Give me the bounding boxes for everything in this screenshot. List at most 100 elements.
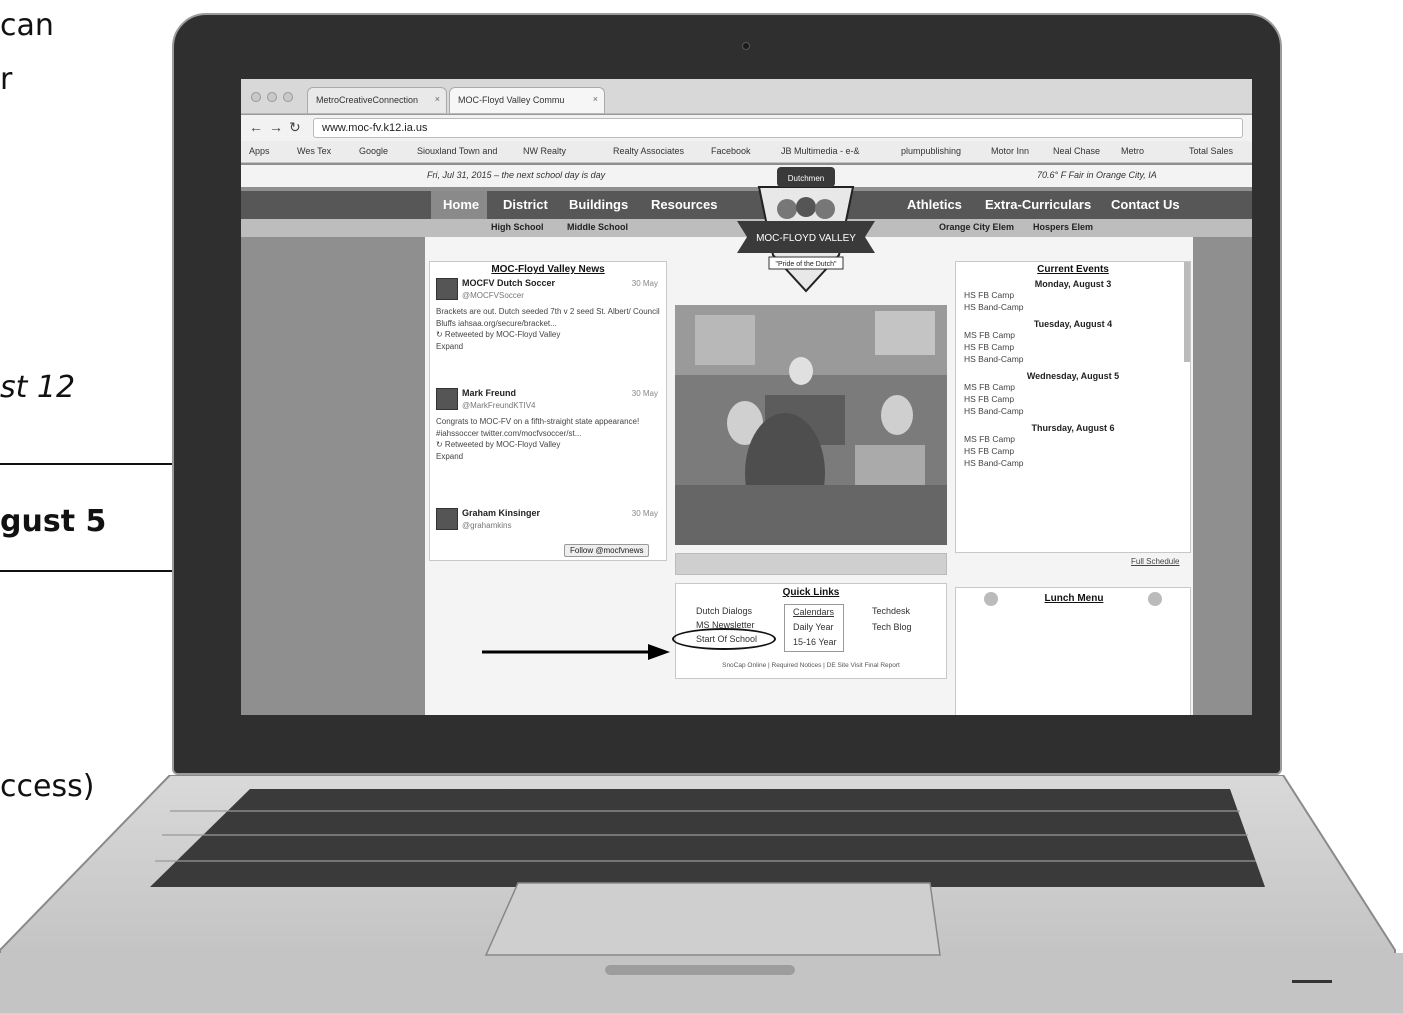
close-icon[interactable]: × (593, 94, 598, 104)
tweet-handle[interactable]: @grahamkins (462, 520, 511, 532)
subnav-orange-city-elem[interactable]: Orange City Elem (939, 222, 1014, 232)
event-item[interactable]: HS FB Camp (956, 445, 1190, 457)
event-item[interactable]: HS FB Camp (956, 341, 1190, 353)
logo-top-text: Dutchmen (788, 174, 824, 183)
camera-icon (742, 42, 750, 50)
event-item[interactable]: MS FB Camp (956, 329, 1190, 341)
weather-text: 70.6° F Fair in Orange City, IA (1037, 170, 1157, 180)
quick-links-footer[interactable]: SnoCap Online | Required Notices | DE Si… (676, 662, 946, 669)
bookmark-total-sales[interactable]: Total Sales (1189, 146, 1233, 156)
bookmark-metro[interactable]: Metro (1121, 146, 1144, 156)
event-day: Wednesday, August 5 (1026, 371, 1120, 381)
retweet-note: ↻ Retweeted by MOC-Floyd Valley (436, 330, 561, 339)
laptop-screen: MetroCreativeConnection × MOC-Floyd Valle… (241, 79, 1252, 715)
tweet-text: Brackets are out. Dutch seeded 7th v 2 s… (436, 306, 662, 352)
bookmarks-bar: Apps Wes Tex Google Siouxland Town and N… (241, 141, 1252, 163)
bookmark-neal-chase[interactable]: Neal Chase (1053, 146, 1100, 156)
link-calendars[interactable]: Calendars (793, 607, 834, 617)
subnav-hospers-elem[interactable]: Hospers Elem (1033, 222, 1093, 232)
rule-bottom (0, 570, 180, 572)
cropped-text-line-3: st 12 (0, 370, 76, 405)
link-15-16-year[interactable]: 15-16 Year (793, 637, 837, 647)
forward-icon[interactable]: → (269, 119, 283, 135)
tweet-author[interactable]: Graham Kinsinger (462, 508, 540, 520)
tab-label: MOC-Floyd Valley Commu (458, 95, 565, 105)
cropped-text-line-2: r (0, 62, 13, 97)
avatar[interactable] (436, 508, 458, 530)
subnav-middle-school[interactable]: Middle School (567, 222, 628, 232)
link-techdesk[interactable]: Techdesk (872, 606, 910, 616)
event-item[interactable]: HS Band-Camp (956, 457, 1190, 469)
calendars-box: Calendars Daily Year 15-16 Year (784, 604, 844, 652)
full-schedule-link[interactable]: Full Schedule (1131, 557, 1179, 566)
follow-button[interactable]: Follow @mocfvnews (564, 544, 650, 557)
tab-mocfv[interactable]: MOC-Floyd Valley Commu × (449, 87, 605, 113)
link-dutch-dialogs[interactable]: Dutch Dialogs (696, 606, 752, 616)
nav-contact-us[interactable]: Contact Us (1111, 197, 1180, 212)
event-item[interactable]: MS FB Camp (956, 381, 1190, 393)
rule-top (0, 463, 180, 465)
event-item[interactable]: HS Band-Camp (956, 353, 1190, 365)
event-item[interactable]: HS Band-Camp (956, 405, 1190, 417)
next-arrow-icon[interactable] (1148, 592, 1162, 606)
bookmark-realty-associates[interactable]: Realty Associates (613, 146, 684, 156)
nav-resources[interactable]: Resources (651, 197, 717, 212)
close-icon[interactable]: × (435, 94, 440, 104)
address-bar-row: ← → ↻ www.moc-fv.k12.ia.us (241, 115, 1252, 141)
nav-home[interactable]: Home (443, 197, 479, 212)
nav-buildings[interactable]: Buildings (569, 197, 628, 212)
event-item[interactable]: HS FB Camp (956, 289, 1190, 301)
cropped-text-line-4: gust 5 (0, 504, 107, 539)
bookmark-motor-inn[interactable]: Motor Inn (991, 146, 1029, 156)
bookmark-wes-tex[interactable]: Wes Tex (297, 146, 331, 156)
classroom-photo (675, 305, 947, 545)
nav-athletics[interactable]: Athletics (907, 197, 962, 212)
url-input[interactable]: www.moc-fv.k12.ia.us (313, 118, 1243, 138)
news-title[interactable]: MOC-Floyd Valley News (430, 264, 666, 275)
tweet-author[interactable]: MOCFV Dutch Soccer (462, 278, 555, 290)
link-tech-blog[interactable]: Tech Blog (872, 622, 912, 632)
date-notice: Fri, Jul 31, 2015 – the next school day … (427, 170, 606, 180)
nav-extra-curriculars[interactable]: Extra-Curriculars (985, 197, 1091, 212)
retweet-note: ↻ Retweeted by MOC-Floyd Valley (436, 440, 561, 449)
reload-icon[interactable]: ↻ (289, 119, 301, 136)
events-title[interactable]: Current Events (956, 264, 1190, 275)
bookmark-plumpublishing[interactable]: plumpublishing (901, 146, 961, 156)
school-logo[interactable]: Dutchmen MOC-FLOYD VALLEY "Pride of the … (731, 163, 881, 295)
tweet-date: 30 May (631, 509, 658, 518)
bookmark-apps[interactable]: Apps (249, 146, 270, 156)
tweet-author[interactable]: Mark Freund (462, 388, 516, 400)
subnav-high-school[interactable]: High School (491, 222, 544, 232)
back-icon[interactable]: ← (249, 119, 263, 135)
event-item[interactable]: HS FB Camp (956, 393, 1190, 405)
bookmark-siouxland[interactable]: Siouxland Town and (417, 146, 497, 156)
browser-tab-bar: MetroCreativeConnection × MOC-Floyd Valle… (241, 79, 1252, 114)
tweet-handle[interactable]: @MarkFreundKTIV4 (462, 400, 535, 412)
tweet: Graham Kinsinger @grahamkins 30 May (436, 508, 666, 538)
event-day: Monday, August 3 (1034, 279, 1112, 289)
avatar[interactable] (436, 278, 458, 300)
event-day: Tuesday, August 4 (1033, 319, 1113, 329)
event-item[interactable]: MS FB Camp (956, 433, 1190, 445)
nav-district[interactable]: District (503, 197, 548, 212)
avatar[interactable] (436, 388, 458, 410)
bookmark-nw-realty[interactable]: NW Realty (523, 146, 566, 156)
photo-caption-bar (675, 553, 947, 575)
bookmark-facebook[interactable]: Facebook (711, 146, 751, 156)
tweet: MOCFV Dutch Soccer @MOCFVSoccer 30 May B… (436, 278, 666, 388)
quick-links-panel: Quick Links Dutch Dialogs MS Newsletter … (672, 583, 947, 679)
highlight-oval (672, 628, 776, 650)
expand-link[interactable]: Expand (436, 341, 662, 353)
tweet-handle[interactable]: @MOCFVSoccer (462, 290, 524, 302)
bookmark-jb-multimedia[interactable]: JB Multimedia - e-& (781, 146, 860, 156)
tweet-date: 30 May (631, 279, 658, 288)
tab-metro[interactable]: MetroCreativeConnection × (307, 87, 447, 113)
tweet-body: Brackets are out. Dutch seeded 7th v 2 s… (436, 307, 660, 328)
events-scrollbar[interactable] (1184, 262, 1190, 362)
tweet-date: 30 May (631, 389, 658, 398)
expand-link[interactable]: Expand (436, 451, 662, 463)
quick-links-title[interactable]: Quick Links (676, 587, 946, 598)
event-item[interactable]: HS Band-Camp (956, 301, 1190, 313)
link-daily-year[interactable]: Daily Year (793, 622, 834, 632)
bookmark-google[interactable]: Google (359, 146, 388, 156)
